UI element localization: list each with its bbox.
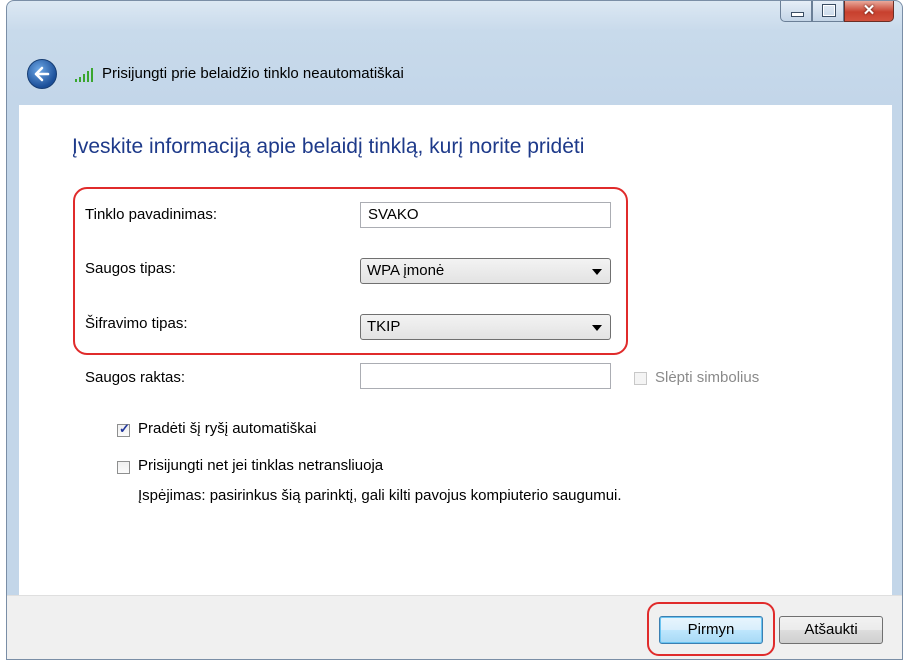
- dialog-window: ✕ Prisijungti prie belaidžio tinklo neau…: [6, 0, 903, 660]
- title-bar: ✕: [7, 1, 902, 41]
- security-key-input[interactable]: [360, 363, 611, 389]
- hide-characters-checkbox[interactable]: [634, 372, 647, 385]
- nav-bar: Prisijungti prie belaidžio tinklo neauto…: [7, 41, 902, 105]
- back-button[interactable]: [27, 59, 57, 89]
- window-controls: ✕: [780, 1, 894, 22]
- window-title: Prisijungti prie belaidžio tinklo neauto…: [102, 65, 404, 82]
- chevron-down-icon: [592, 325, 602, 331]
- button-bar: Pirmyn Atšaukti: [7, 595, 902, 659]
- security-key-label: Saugos raktas:: [85, 369, 186, 386]
- network-name-label: Tinklo pavadinimas:: [85, 206, 218, 223]
- content-area: Įveskite informaciją apie belaidį tinklą…: [19, 105, 892, 595]
- encryption-type-select[interactable]: TKIP: [360, 314, 611, 340]
- encryption-type-value: TKIP: [367, 318, 401, 335]
- close-button[interactable]: ✕: [844, 1, 894, 22]
- start-automatically-checkbox[interactable]: [117, 421, 130, 437]
- next-button[interactable]: Pirmyn: [659, 616, 763, 644]
- encryption-type-label: Šifravimo tipas:: [85, 315, 188, 332]
- connect-hidden-network-checkbox[interactable]: [117, 461, 130, 474]
- back-arrow-icon: [34, 66, 50, 82]
- security-type-value: WPA įmonė: [367, 262, 445, 279]
- security-warning: Įspėjimas: pasirinkus šią parinktį, gali…: [138, 487, 622, 504]
- close-icon: ✕: [862, 2, 876, 19]
- start-automatically-label: Pradėti šį ryšį automatiškai: [138, 420, 317, 437]
- security-type-select[interactable]: WPA įmonė: [360, 258, 611, 284]
- minimize-button[interactable]: [780, 1, 812, 22]
- connect-hidden-network-label: Prisijungti net jei tinklas netransliuoj…: [138, 457, 384, 474]
- chevron-down-icon: [592, 269, 602, 275]
- security-type-label: Saugos tipas:: [85, 260, 176, 277]
- maximize-button[interactable]: [812, 1, 844, 22]
- hide-characters-label: Slėpti simbolius: [655, 369, 760, 386]
- network-name-input[interactable]: SVAKO: [360, 202, 611, 228]
- maximize-icon: [823, 5, 835, 16]
- minimize-icon: [791, 12, 804, 17]
- cancel-button[interactable]: Atšaukti: [779, 616, 883, 644]
- wireless-signal-icon: [75, 68, 95, 82]
- page-heading: Įveskite informaciją apie belaidį tinklą…: [72, 135, 585, 158]
